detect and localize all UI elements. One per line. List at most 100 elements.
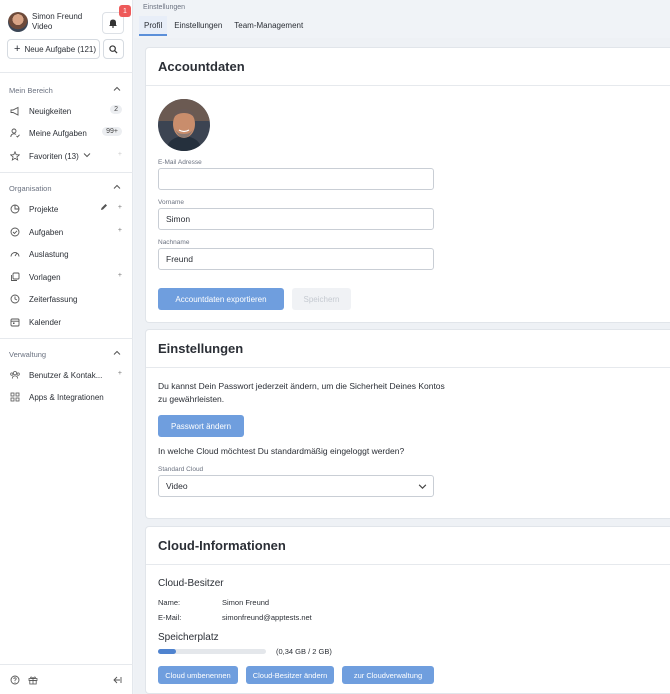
chevron-down-icon[interactable] <box>83 151 91 161</box>
sidebar-item-kalender[interactable]: Kalender <box>10 315 122 329</box>
export-account-button[interactable]: Accountdaten exportieren <box>158 288 284 310</box>
apps-icon <box>10 392 20 402</box>
sidebar-item-aufgaben[interactable]: Aufgaben + <box>10 225 122 239</box>
storage-text: (0,34 GB / 2 GB) <box>276 647 332 656</box>
users-icon <box>10 370 20 380</box>
megaphone-icon <box>10 106 20 116</box>
sidebar-item-apps[interactable]: Apps & Integrationen <box>10 390 122 404</box>
sidebar-divider <box>0 72 133 73</box>
add-task-icon[interactable]: + <box>118 226 122 236</box>
gauge-icon <box>10 249 20 259</box>
cloud-question: In welche Cloud möchtest Du standardmäßi… <box>158 446 405 456</box>
chevron-down-icon <box>418 482 427 493</box>
count-badge: 99+ <box>102 127 122 136</box>
sidebar-item-meine-aufgaben[interactable]: Meine Aufgaben 99+ <box>10 126 122 140</box>
plus-icon: + <box>14 43 21 55</box>
sidebar-item-label: Zeiterfassung <box>29 294 78 304</box>
avatar <box>8 12 28 32</box>
owner-email-label: E-Mail: <box>158 613 182 622</box>
sidebar-divider <box>0 338 133 339</box>
sidebar-item-label: Auslastung <box>29 249 69 259</box>
add-project-icon[interactable]: + <box>118 203 122 213</box>
save-button[interactable]: Speichern <box>292 288 351 310</box>
sidebar-item-label: Benutzer & Kontak... <box>29 370 103 380</box>
email-field[interactable] <box>158 168 434 190</box>
sidebar-divider <box>0 664 133 665</box>
pencil-icon[interactable] <box>100 203 108 213</box>
add-template-icon[interactable]: + <box>118 271 122 281</box>
user-name: Simon Freund <box>32 12 83 21</box>
chevron-up-icon[interactable] <box>113 349 121 359</box>
change-owner-button[interactable]: Cloud-Besitzer ändern <box>246 666 334 684</box>
cloud-admin-button[interactable]: zur Cloudverwaltung <box>342 666 434 684</box>
owner-name-label: Name: <box>158 598 181 607</box>
sidebar-footer <box>10 675 122 687</box>
search-button[interactable] <box>103 39 124 59</box>
user-cloud: Video <box>32 22 53 31</box>
change-password-button[interactable]: Passwort ändern <box>158 415 244 437</box>
collapse-sidebar-icon[interactable] <box>112 675 122 687</box>
rename-cloud-button[interactable]: Cloud umbenennen <box>158 666 238 684</box>
section-title: Mein Bereich <box>9 86 53 95</box>
pie-chart-icon <box>10 204 20 214</box>
new-task-label: Neue Aufgabe (121) <box>24 44 97 54</box>
card-title: Einstellungen <box>146 330 670 368</box>
clock-icon <box>10 294 20 304</box>
section-organisation[interactable]: Organisation <box>9 184 121 193</box>
cloud-info-card: Cloud-Informationen Cloud-Besitzer Name:… <box>145 526 670 694</box>
firstname-field[interactable]: Simon <box>158 208 434 230</box>
sidebar-item-favoriten[interactable]: Favoriten (13) + <box>10 149 122 163</box>
user-check-icon <box>10 128 20 138</box>
section-mein-bereich[interactable]: Mein Bereich <box>9 86 121 95</box>
breadcrumb: Einstellungen <box>143 4 186 11</box>
tab-bar: Profil Einstellungen Team-Management <box>139 16 310 36</box>
section-verwaltung[interactable]: Verwaltung <box>9 350 121 359</box>
sidebar-item-label: Neuigkeiten <box>29 106 72 116</box>
user-profile[interactable]: Simon Freund Video <box>8 12 82 32</box>
sidebar-item-label: Aufgaben <box>29 227 64 237</box>
bell-icon <box>109 19 117 28</box>
account-card: Accountdaten E-Mail Adresse Vorname Simo… <box>145 47 670 323</box>
sidebar-divider <box>0 172 133 173</box>
new-task-button[interactable]: + Neue Aufgabe (121) <box>7 39 100 59</box>
copy-icon <box>10 272 20 282</box>
default-cloud-select[interactable]: Video <box>158 475 434 497</box>
add-favorite-icon[interactable]: + <box>118 150 122 160</box>
help-icon[interactable] <box>10 675 20 687</box>
owner-email-value: simonfreund@apptests.net <box>222 613 312 622</box>
card-title: Accountdaten <box>146 48 670 86</box>
sidebar-item-label: Meine Aufgaben <box>29 128 87 138</box>
section-title: Organisation <box>9 184 52 193</box>
tab-team-management[interactable]: Team-Management <box>229 16 308 36</box>
sidebar-item-benutzer[interactable]: Benutzer & Kontak... + <box>10 368 122 382</box>
sidebar-item-auslastung[interactable]: Auslastung <box>10 247 122 261</box>
count-badge: 2 <box>110 105 122 114</box>
chevron-up-icon[interactable] <box>113 183 121 193</box>
firstname-label: Vorname <box>158 199 185 206</box>
sidebar-item-projekte[interactable]: Projekte + <box>10 202 122 216</box>
gift-icon[interactable] <box>28 675 38 687</box>
lastname-field[interactable]: Freund <box>158 248 434 270</box>
section-title: Verwaltung <box>9 350 47 359</box>
select-value: Video <box>166 481 188 491</box>
sidebar-item-label: Projekte <box>29 204 59 214</box>
sidebar-item-label: Apps & Integrationen <box>29 392 104 402</box>
tab-profil[interactable]: Profil <box>139 16 168 36</box>
sidebar-item-vorlagen[interactable]: Vorlagen + <box>10 270 122 284</box>
sidebar-item-label: Kalender <box>29 317 62 327</box>
storage-heading: Speicherplatz <box>158 632 219 643</box>
sidebar-item-neuigkeiten[interactable]: Neuigkeiten 2 <box>10 104 122 118</box>
search-icon <box>109 44 118 54</box>
star-icon <box>10 151 20 161</box>
storage-bar-fill <box>158 649 177 654</box>
sidebar: Simon Freund Video 1 + Neue Aufgabe (121… <box>0 0 133 694</box>
profile-avatar[interactable] <box>158 99 210 151</box>
check-circle-icon <box>10 227 20 237</box>
sidebar-item-zeiterfassung[interactable]: Zeiterfassung <box>10 292 122 306</box>
sidebar-item-label: Vorlagen <box>29 272 61 282</box>
sidebar-item-label: Favoriten (13) <box>29 151 79 161</box>
chevron-up-icon[interactable] <box>113 85 121 95</box>
add-user-icon[interactable]: + <box>118 369 122 379</box>
tab-einstellungen[interactable]: Einstellungen <box>169 16 227 36</box>
cloud-label: Standard Cloud <box>158 466 204 473</box>
